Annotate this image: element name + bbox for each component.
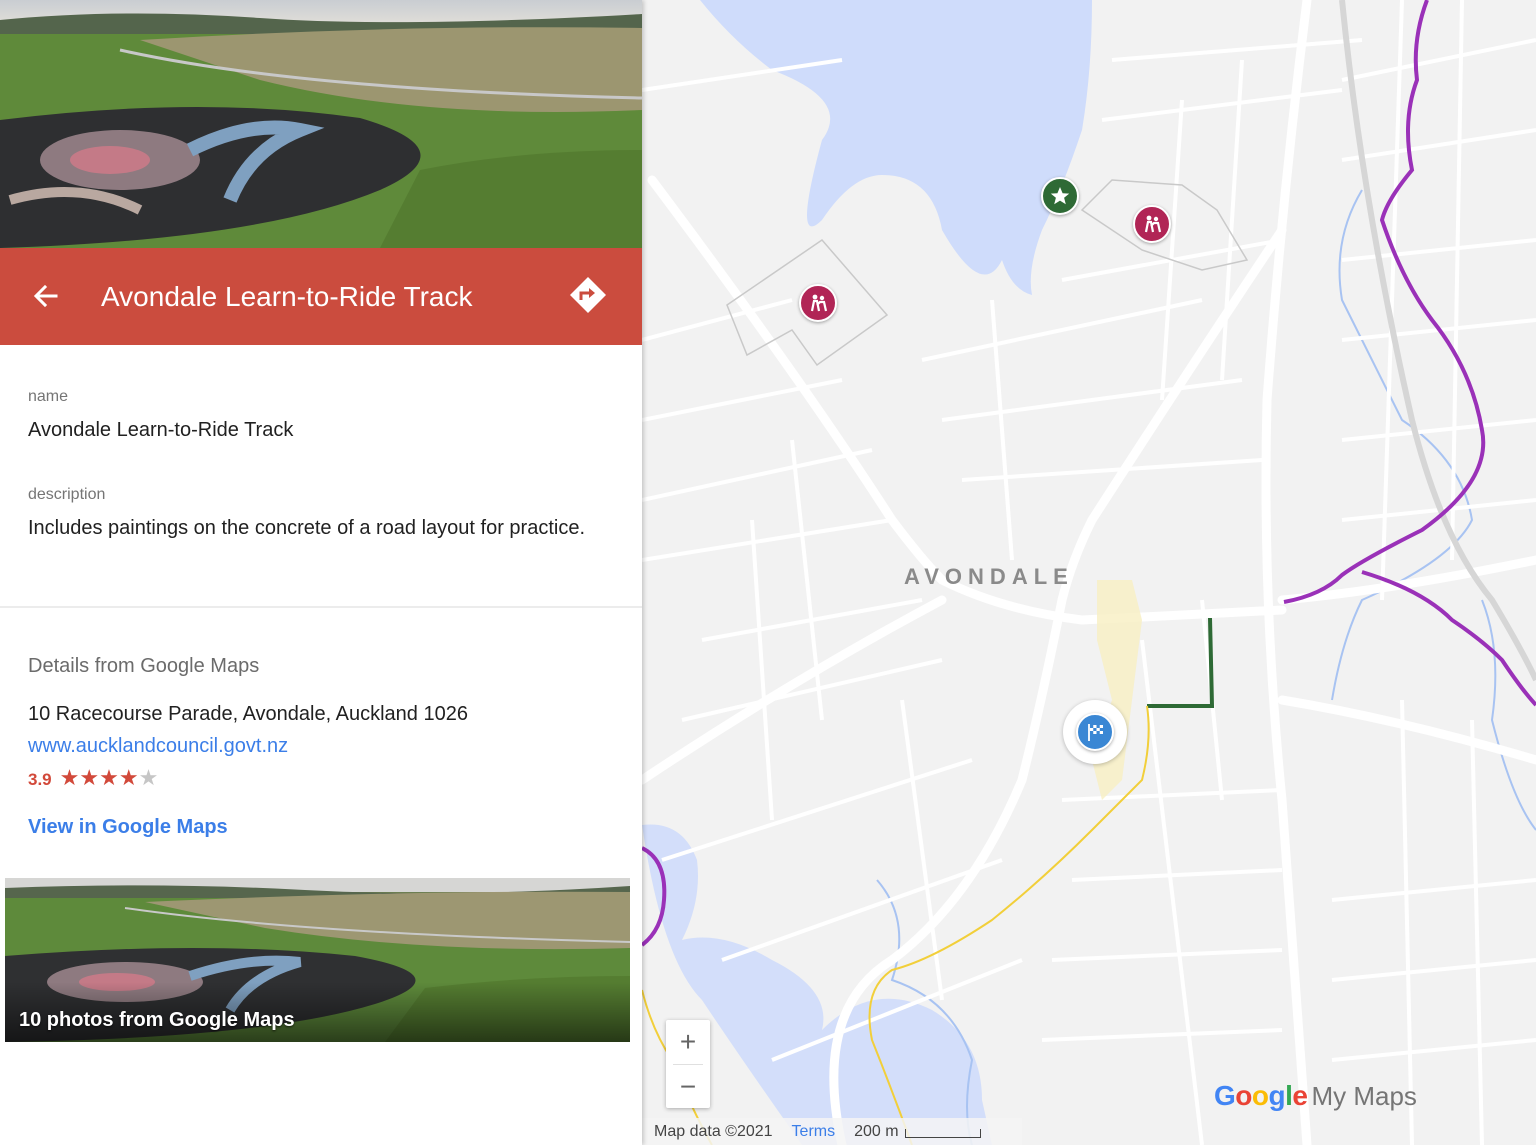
back-button[interactable] xyxy=(28,278,64,314)
view-in-google-maps-link[interactable]: View in Google Maps xyxy=(28,816,228,839)
arrow-left-icon xyxy=(33,284,58,308)
map-data-text: Map data ©2021 xyxy=(654,1122,773,1140)
poi-marker-school[interactable] xyxy=(799,284,837,322)
track-photo-image xyxy=(0,0,642,248)
zoom-control: + − xyxy=(666,1020,710,1108)
inlet-water xyxy=(700,0,1092,295)
details-heading: Details from Google Maps xyxy=(28,655,260,677)
neighbourhood-label: AVONDALE xyxy=(904,564,1074,589)
poi-marker-school[interactable] xyxy=(1133,205,1171,243)
place-hero-photo[interactable] xyxy=(0,0,642,248)
rating-stars: ★★★★★ xyxy=(59,764,159,790)
map-base-layer xyxy=(642,0,1536,1145)
my-maps-wordmark: My Maps xyxy=(1311,1081,1417,1111)
school-children-icon xyxy=(810,294,828,312)
poi-marker-star[interactable] xyxy=(1041,177,1079,215)
zoom-out-button[interactable]: − xyxy=(666,1065,710,1109)
google-wordmark: Google xyxy=(1214,1080,1308,1111)
app: Avondale Learn-to-Ride Track name Avonda… xyxy=(0,0,1536,1145)
section-divider xyxy=(0,606,642,608)
rating-star-icon: ★ xyxy=(59,764,80,790)
school-children-icon xyxy=(1144,215,1162,233)
google-my-maps-logo: Google My Maps xyxy=(1214,1080,1417,1112)
map-attribution: Map data ©2021 Terms 200 m xyxy=(642,1118,1536,1145)
place-details-panel: Avondale Learn-to-Ride Track name Avonda… xyxy=(0,0,642,1145)
directions-icon xyxy=(570,277,606,313)
description-label: description xyxy=(28,486,106,503)
map-canvas[interactable]: AVONDALE + − Google My Maps Map data ©20… xyxy=(642,0,1536,1145)
rating-star-icon: ★ xyxy=(118,764,139,790)
place-title-bar: Avondale Learn-to-Ride Track xyxy=(0,248,642,345)
description-value: Includes paintings on the concrete of a … xyxy=(28,517,586,539)
zoom-in-button[interactable]: + xyxy=(666,1020,710,1064)
green-route xyxy=(1147,617,1215,708)
rating-star-icon: ★ xyxy=(99,764,119,790)
photos-caption: 10 photos from Google Maps xyxy=(19,1009,295,1031)
website-link[interactable]: www.aucklandcouncil.govt.nz xyxy=(28,735,288,758)
rating-row: 3.9 ★★★★★ xyxy=(28,765,158,791)
scale-label: 200 m xyxy=(854,1122,899,1140)
scale-bar xyxy=(904,1129,981,1138)
rating-star-icon: ★ xyxy=(79,764,100,790)
terms-link[interactable]: Terms xyxy=(792,1123,836,1141)
address-text: 10 Racecourse Parade, Avondale, Auckland… xyxy=(28,703,468,725)
name-value: Avondale Learn-to-Ride Track xyxy=(28,419,294,441)
selected-marker-halo xyxy=(1063,700,1127,764)
directions-button[interactable] xyxy=(568,275,608,315)
poi-marker-selected[interactable] xyxy=(1076,713,1114,751)
checkered-flag-icon xyxy=(1088,724,1103,741)
rating-value: 3.9 xyxy=(28,770,52,789)
place-title: Avondale Learn-to-Ride Track xyxy=(101,281,473,312)
rating-star-icon: ★ xyxy=(138,764,159,790)
star-icon xyxy=(1050,187,1070,205)
name-label: name xyxy=(28,388,69,405)
photos-thumbnail[interactable]: 10 photos from Google Maps xyxy=(5,878,630,1042)
